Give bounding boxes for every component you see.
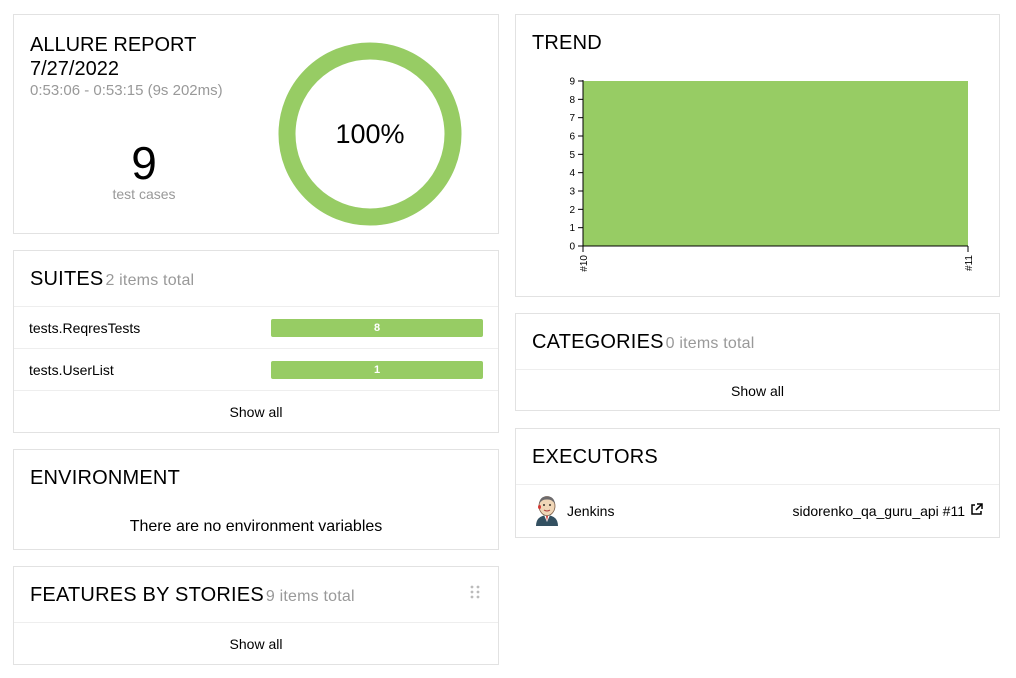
suite-row[interactable]: tests.UserList 1 <box>14 349 498 391</box>
categories-title[interactable]: CATEGORIES <box>532 331 664 353</box>
features-header: FEATURES BY STORIES 9 items total <box>14 567 498 623</box>
y-tick-label: 6 <box>569 132 575 143</box>
report-date: 7/27/2022 <box>30 58 119 80</box>
y-tick-label: 1 <box>569 223 575 234</box>
y-tick-label: 7 <box>569 113 575 124</box>
external-link-icon[interactable] <box>970 503 983 519</box>
categories-subtitle: 0 items total <box>665 335 755 352</box>
pass-rate-percent: 100% <box>335 119 404 149</box>
features-subtitle: 9 items total <box>265 588 355 605</box>
executor-name: Jenkins <box>567 503 615 519</box>
test-count-label: test cases <box>112 186 176 202</box>
executors-title: EXECUTORS <box>532 446 658 468</box>
suite-bar[interactable]: 1 <box>271 360 483 379</box>
suites-header: SUITES 2 items total <box>14 251 498 307</box>
y-tick-label: 2 <box>569 205 575 216</box>
categories-header: CATEGORIES 0 items total <box>516 314 999 370</box>
test-count-block: 9 test cases <box>74 137 214 202</box>
executor-build-link[interactable]: sidorenko_qa_guru_api #11 <box>792 503 983 519</box>
suites-subtitle: 2 items total <box>105 272 195 289</box>
categories-widget: CATEGORIES 0 items total Show all <box>515 313 1000 411</box>
features-show-all-button[interactable]: Show all <box>14 623 498 665</box>
y-tick-label: 3 <box>569 187 575 198</box>
drag-handle-icon[interactable] <box>470 585 480 599</box>
y-tick-label: 4 <box>569 168 575 179</box>
executors-header: EXECUTORS <box>516 429 999 485</box>
environment-empty-message: There are no environment variables <box>129 518 383 535</box>
executors-widget: EXECUTORS Jenkins sidorenko_qa_guru_api … <box>515 428 1000 538</box>
suite-name: tests.UserList <box>29 361 114 378</box>
executor-row[interactable]: Jenkins sidorenko_qa_guru_api #11 <box>516 485 999 537</box>
suites-title[interactable]: SUITES <box>30 268 103 290</box>
y-tick-label: 5 <box>569 150 575 161</box>
features-title[interactable]: FEATURES BY STORIES <box>30 584 264 606</box>
environment-widget: ENVIRONMENT There are no environment var… <box>13 449 499 550</box>
report-time-range: 0:53:06 - 0:53:15 (9s 202ms) <box>30 82 223 99</box>
x-tick-label: #11 <box>964 255 975 271</box>
environment-title: ENVIRONMENT <box>30 467 180 489</box>
trend-widget: TREND 0 1 2 3 4 5 6 7 8 9 #10 #11 <box>515 14 1000 297</box>
environment-header: ENVIRONMENT <box>14 450 498 502</box>
y-tick-label: 0 <box>569 242 575 253</box>
jenkins-avatar-icon <box>532 494 562 529</box>
trend-area[interactable] <box>583 81 968 246</box>
y-tick-label: 8 <box>569 95 575 106</box>
x-tick-label: #10 <box>579 255 590 272</box>
suite-bar-passed: 1 <box>271 360 483 379</box>
trend-chart[interactable]: 0 1 2 3 4 5 6 7 8 9 #10 #11 <box>516 15 1001 298</box>
suites-show-all-button[interactable]: Show all <box>14 391 498 433</box>
y-tick-label: 9 <box>569 77 575 88</box>
features-widget: FEATURES BY STORIES 9 items total Show al… <box>13 566 499 665</box>
suite-name: tests.ReqresTests <box>29 319 141 336</box>
suite-bar-passed: 8 <box>271 318 483 337</box>
summary-widget: ALLURE REPORT 7/27/2022 0:53:06 - 0:53:1… <box>13 14 499 234</box>
suite-row[interactable]: tests.ReqresTests 8 <box>14 307 498 349</box>
pass-rate-donut[interactable]: 100% <box>278 42 462 226</box>
executor-build-name: sidorenko_qa_guru_api #11 <box>792 503 965 519</box>
test-count: 9 <box>131 137 157 189</box>
suite-bar[interactable]: 8 <box>271 318 483 337</box>
summary-title-block: ALLURE REPORT 7/27/2022 0:53:06 - 0:53:1… <box>30 33 223 99</box>
categories-show-all-button[interactable]: Show all <box>516 370 999 412</box>
suites-widget: SUITES 2 items total tests.ReqresTests 8 … <box>13 250 499 433</box>
report-title: ALLURE REPORT <box>30 34 197 56</box>
